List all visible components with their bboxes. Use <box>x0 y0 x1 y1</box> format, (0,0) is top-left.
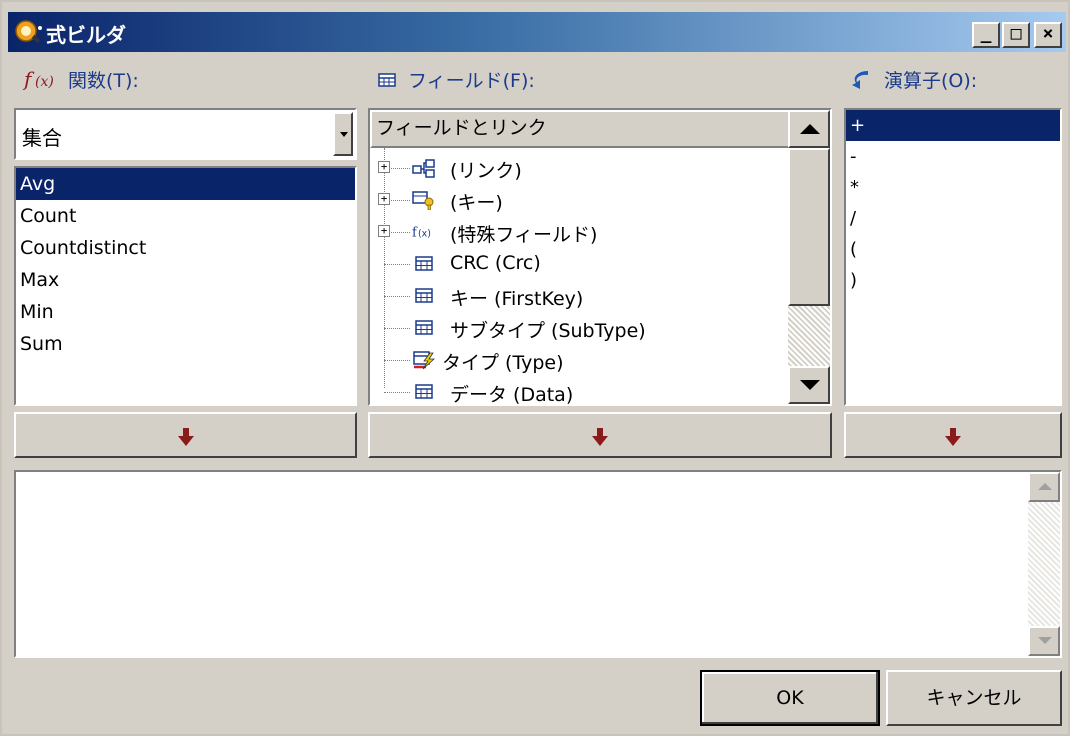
functions-label: 関数(T): <box>68 69 139 92</box>
scroll-down-button[interactable] <box>1028 626 1060 656</box>
fields-tree-body: + (リンク) + (キー) + f (x) (特殊フィールド) CRC (Cr… <box>370 148 790 406</box>
tree-node-label: サブタイプ (SubType) <box>450 320 646 342</box>
fields-scrollbar[interactable] <box>788 110 830 404</box>
svg-text:f: f <box>22 67 35 91</box>
svg-text:(x): (x) <box>35 74 54 90</box>
insert-function-button[interactable] <box>14 412 357 458</box>
insert-field-button[interactable] <box>368 412 832 458</box>
tree-node-label: (特殊フィールド) <box>450 224 598 246</box>
arrow-down-icon <box>800 380 820 390</box>
tree-node-subtype[interactable]: サブタイプ (SubType) <box>370 312 790 344</box>
svg-text:(x): (x) <box>418 228 431 239</box>
link-icon <box>412 159 435 178</box>
arrow-down-icon <box>592 428 608 446</box>
fields-label-group: フィールド(F): <box>378 64 535 94</box>
list-item[interactable]: - <box>846 141 1060 172</box>
svg-text:f: f <box>412 225 418 240</box>
list-item[interactable]: + <box>846 110 1060 141</box>
maximize-button[interactable]: □ <box>1002 22 1030 48</box>
fields-tree[interactable]: フィールドとリンク + (リンク) + (キー) + f (x) (特殊フィール… <box>368 108 832 406</box>
scroll-up-button[interactable] <box>788 110 830 148</box>
list-item[interactable]: Sum <box>16 328 355 360</box>
list-item[interactable]: ) <box>846 265 1060 296</box>
tree-node-keys[interactable]: + (キー) <box>370 184 790 216</box>
tree-node-label: (リンク) <box>450 160 522 182</box>
field-icon <box>378 73 396 87</box>
formula-scrollbar[interactable] <box>1028 472 1060 656</box>
typed-field-icon <box>413 351 436 370</box>
operators-label: 演算子(O): <box>884 69 978 92</box>
expression-builder-window: 式ビルダ _ □ × f (x) 関数(T): フィールド(F): 演算子(O)… <box>0 0 1070 736</box>
tree-node-crc[interactable]: CRC (Crc) <box>370 248 790 280</box>
field-icon <box>415 320 433 335</box>
tree-node-links[interactable]: + (リンク) <box>370 152 790 184</box>
close-button[interactable]: × <box>1034 22 1062 48</box>
minimize-button[interactable]: _ <box>972 22 1000 48</box>
list-item[interactable]: Min <box>16 296 355 328</box>
tree-node-special-fields[interactable]: + f (x) (特殊フィールド) <box>370 216 790 248</box>
list-item[interactable]: Avg <box>16 168 355 200</box>
field-icon <box>415 384 433 399</box>
list-item[interactable]: * <box>846 172 1060 203</box>
formula-editor[interactable] <box>14 470 1062 658</box>
function-icon: f (x) <box>412 225 431 240</box>
operator-list[interactable]: + - * / ( ) <box>844 108 1062 406</box>
function-category-value: 集合 <box>22 126 62 150</box>
tree-node-data[interactable]: データ (Data) <box>370 376 790 408</box>
list-item[interactable]: / <box>846 203 1060 234</box>
tree-node-label: (キー) <box>450 192 503 214</box>
arrow-down-icon <box>177 428 194 446</box>
fields-label: フィールド(F): <box>408 69 535 92</box>
field-icon <box>415 288 433 303</box>
tree-node-firstkey[interactable]: キー (FirstKey) <box>370 280 790 312</box>
scroll-thumb[interactable] <box>788 148 830 306</box>
list-item[interactable]: ( <box>846 234 1060 265</box>
window-title: 式ビルダ <box>46 23 126 47</box>
function-category-dropdown[interactable]: 集合 <box>14 108 357 160</box>
tree-node-type[interactable]: タイプ (Type) <box>370 344 790 376</box>
tree-node-label: CRC (Crc) <box>450 252 541 274</box>
functions-label-group: f (x) 関数(T): <box>22 64 139 94</box>
list-item[interactable]: Count <box>16 200 355 232</box>
expand-icon[interactable]: + <box>378 193 390 205</box>
expression-builder-icon <box>15 20 42 44</box>
function-list[interactable]: Avg Count Countdistinct Max Min Sum <box>14 166 357 406</box>
tree-node-label: データ (Data) <box>450 384 574 406</box>
cancel-button[interactable]: キャンセル <box>886 670 1062 726</box>
function-icon: f (x) <box>22 67 54 91</box>
field-icon <box>415 256 433 271</box>
title-bar[interactable]: 式ビルダ _ □ × <box>8 12 1066 52</box>
chevron-down-icon[interactable] <box>333 112 353 156</box>
arrow-down-icon <box>1038 637 1052 644</box>
key-icon <box>412 191 434 210</box>
fields-column-header[interactable]: フィールドとリンク <box>370 110 790 148</box>
tree-node-label: キー (FirstKey) <box>450 288 584 310</box>
arrow-up-icon <box>800 124 820 134</box>
scroll-down-button[interactable] <box>788 366 830 404</box>
operators-label-group: 演算子(O): <box>848 64 977 94</box>
insert-operator-button[interactable] <box>844 412 1062 458</box>
arrow-up-icon <box>1038 483 1052 490</box>
list-item[interactable]: Max <box>16 264 355 296</box>
tree-node-label: タイプ (Type) <box>442 352 564 374</box>
expand-icon[interactable]: + <box>378 225 390 237</box>
operator-icon <box>852 71 868 89</box>
arrow-down-icon <box>945 428 961 446</box>
ok-button[interactable]: OK <box>700 670 880 726</box>
scroll-up-button[interactable] <box>1028 472 1060 502</box>
expand-icon[interactable]: + <box>378 161 390 173</box>
list-item[interactable]: Countdistinct <box>16 232 355 264</box>
